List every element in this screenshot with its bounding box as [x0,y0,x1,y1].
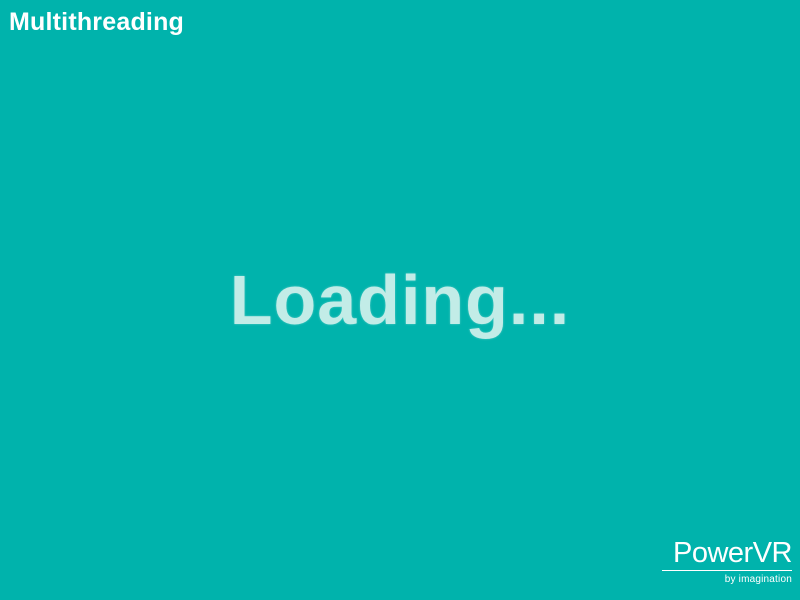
app-title: Multithreading [9,8,185,36]
loading-message: Loading... [229,261,571,339]
logo-divider [662,570,792,571]
logo-tagline: by imagination [724,574,792,585]
logo-wordmark: PowerVR [673,537,793,569]
powervr-logo: PowerVR by imagination [662,537,793,585]
